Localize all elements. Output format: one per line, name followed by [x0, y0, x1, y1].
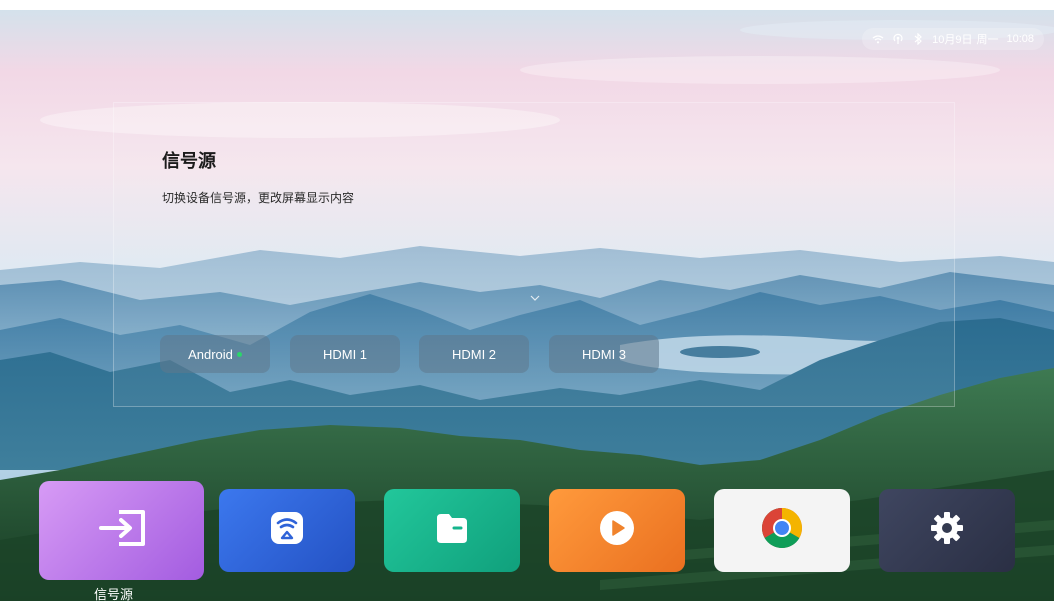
dock-tile-screen-cast[interactable]: [219, 489, 355, 572]
chrome-icon: [761, 507, 803, 554]
source-button-android[interactable]: Android: [160, 335, 270, 373]
status-bar: 10月9日 周一 10:08: [862, 28, 1044, 50]
cast-icon: [270, 511, 304, 550]
tv-home-screen: 10月9日 周一 10:08 信号源 切换设备信号源，更改屏幕显示内容 Andr…: [0, 0, 1054, 601]
dock-tile-signal-source[interactable]: [39, 481, 204, 580]
source-label: HDMI 1: [322, 346, 368, 362]
signal-source-panel: 信号源 切换设备信号源，更改屏幕显示内容 Android HDMI 1 HDMI…: [113, 102, 955, 407]
panel-subtitle: 切换设备信号源，更改屏幕显示内容: [162, 191, 355, 205]
focused-app-label: 信号源: [94, 588, 134, 601]
source-button-hdmi-2[interactable]: HDMI 2: [419, 335, 529, 373]
dock-tile-settings[interactable]: [879, 489, 1015, 572]
source-button-hdmi-3[interactable]: HDMI 3: [549, 335, 659, 373]
folder-icon: [435, 512, 469, 549]
source-label: Android: [188, 346, 233, 362]
dock-tile-files[interactable]: [384, 489, 520, 572]
play-icon: [599, 510, 635, 551]
input-arrow-icon: [97, 510, 147, 551]
status-date: 10月9日: [932, 34, 973, 46]
active-indicator-dot: [236, 351, 242, 357]
chevron-down-icon: [530, 295, 540, 301]
bluetooth-icon: [912, 33, 924, 45]
wifi-icon: [872, 33, 884, 45]
hotspot-icon: [892, 33, 904, 45]
source-button-hdmi-1[interactable]: HDMI 1: [290, 335, 400, 373]
dock-tile-chrome[interactable]: [714, 489, 850, 572]
source-label: HDMI 3: [581, 346, 627, 362]
gear-icon: [929, 510, 965, 551]
panel-title: 信号源: [162, 151, 216, 172]
source-label: HDMI 2: [451, 346, 497, 362]
status-weekday: 周一: [976, 34, 999, 46]
dock-tile-video-player[interactable]: [549, 489, 685, 572]
top-edge-bar: [0, 0, 1054, 10]
status-time: 10:08: [1006, 33, 1034, 45]
